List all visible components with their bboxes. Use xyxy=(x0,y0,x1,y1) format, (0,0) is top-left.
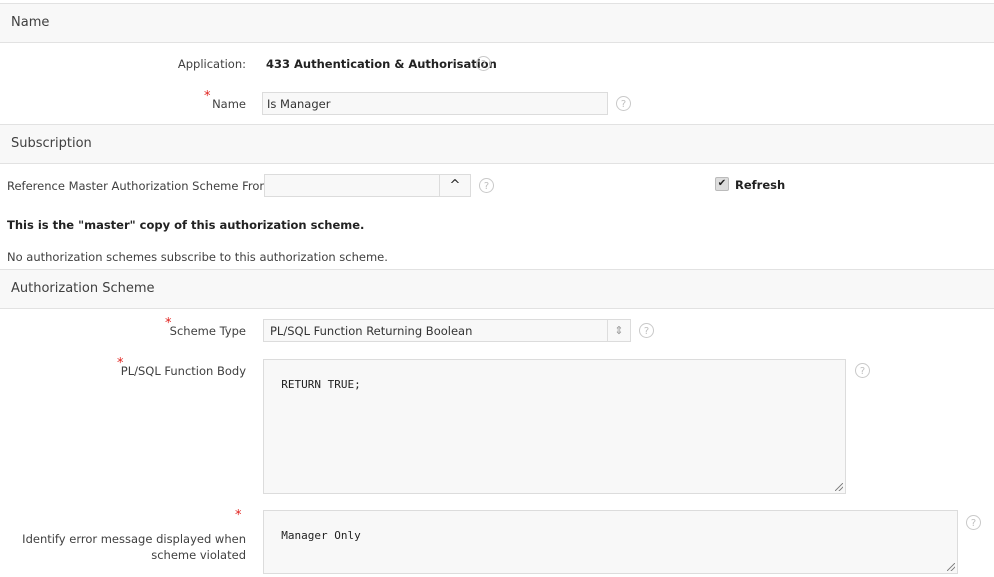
scheme-type-value: PL/SQL Function Returning Boolean xyxy=(270,324,473,338)
required-icon-error-message: * xyxy=(235,508,242,523)
refresh-checkbox[interactable]: ✔ xyxy=(715,177,729,191)
section-title-authorization-scheme: Authorization Scheme xyxy=(11,281,155,296)
section-header-name: Name xyxy=(0,3,994,43)
resize-handle-icon[interactable] xyxy=(947,563,955,571)
name-input[interactable] xyxy=(262,92,608,115)
master-copy-note: This is the "master" copy of this author… xyxy=(7,218,365,232)
section-title-subscription: Subscription xyxy=(11,136,92,151)
scheme-type-select[interactable]: PL/SQL Function Returning Boolean ⇕ xyxy=(263,319,631,342)
help-icon-name[interactable]: ? xyxy=(616,96,631,111)
help-icon-error-message[interactable]: ? xyxy=(966,515,981,530)
function-body-value: RETURN TRUE; xyxy=(281,378,361,391)
scheme-type-label: Scheme Type xyxy=(169,324,246,338)
error-message-value: Manager Only xyxy=(281,529,361,542)
check-icon: ✔ xyxy=(717,178,727,189)
application-value: 433 Authentication & Authorisation xyxy=(266,57,497,71)
error-message-label: Identify error message displayed when sc… xyxy=(22,532,246,562)
chevron-up-icon: ^ xyxy=(449,178,461,193)
section-header-authorization-scheme: Authorization Scheme xyxy=(0,269,994,309)
function-body-label: PL/SQL Function Body xyxy=(120,364,246,378)
error-message-textarea[interactable]: Manager Only xyxy=(263,510,958,574)
required-icon-name: * xyxy=(204,89,211,104)
help-icon-function-body[interactable]: ? xyxy=(855,363,870,378)
section-title-name: Name xyxy=(11,15,50,30)
refresh-label[interactable]: Refresh xyxy=(735,178,785,192)
reference-master-input[interactable] xyxy=(264,174,440,197)
subscribers-note: No authorization schemes subscribe to th… xyxy=(7,250,388,264)
function-body-textarea[interactable]: RETURN TRUE; xyxy=(263,359,846,494)
resize-handle-icon[interactable] xyxy=(835,483,843,491)
application-label: Application: xyxy=(177,57,246,71)
section-header-subscription: Subscription xyxy=(0,124,994,164)
help-icon-application[interactable]: ? xyxy=(476,56,491,71)
popup-lov-button[interactable]: ^ xyxy=(439,174,471,197)
name-label: Name xyxy=(212,97,246,111)
reference-master-label: Reference Master Authorization Scheme Fr… xyxy=(7,179,271,193)
help-icon-reference[interactable]: ? xyxy=(479,178,494,193)
help-icon-scheme-type[interactable]: ? xyxy=(639,323,654,338)
select-arrows-icon: ⇕ xyxy=(607,320,630,341)
